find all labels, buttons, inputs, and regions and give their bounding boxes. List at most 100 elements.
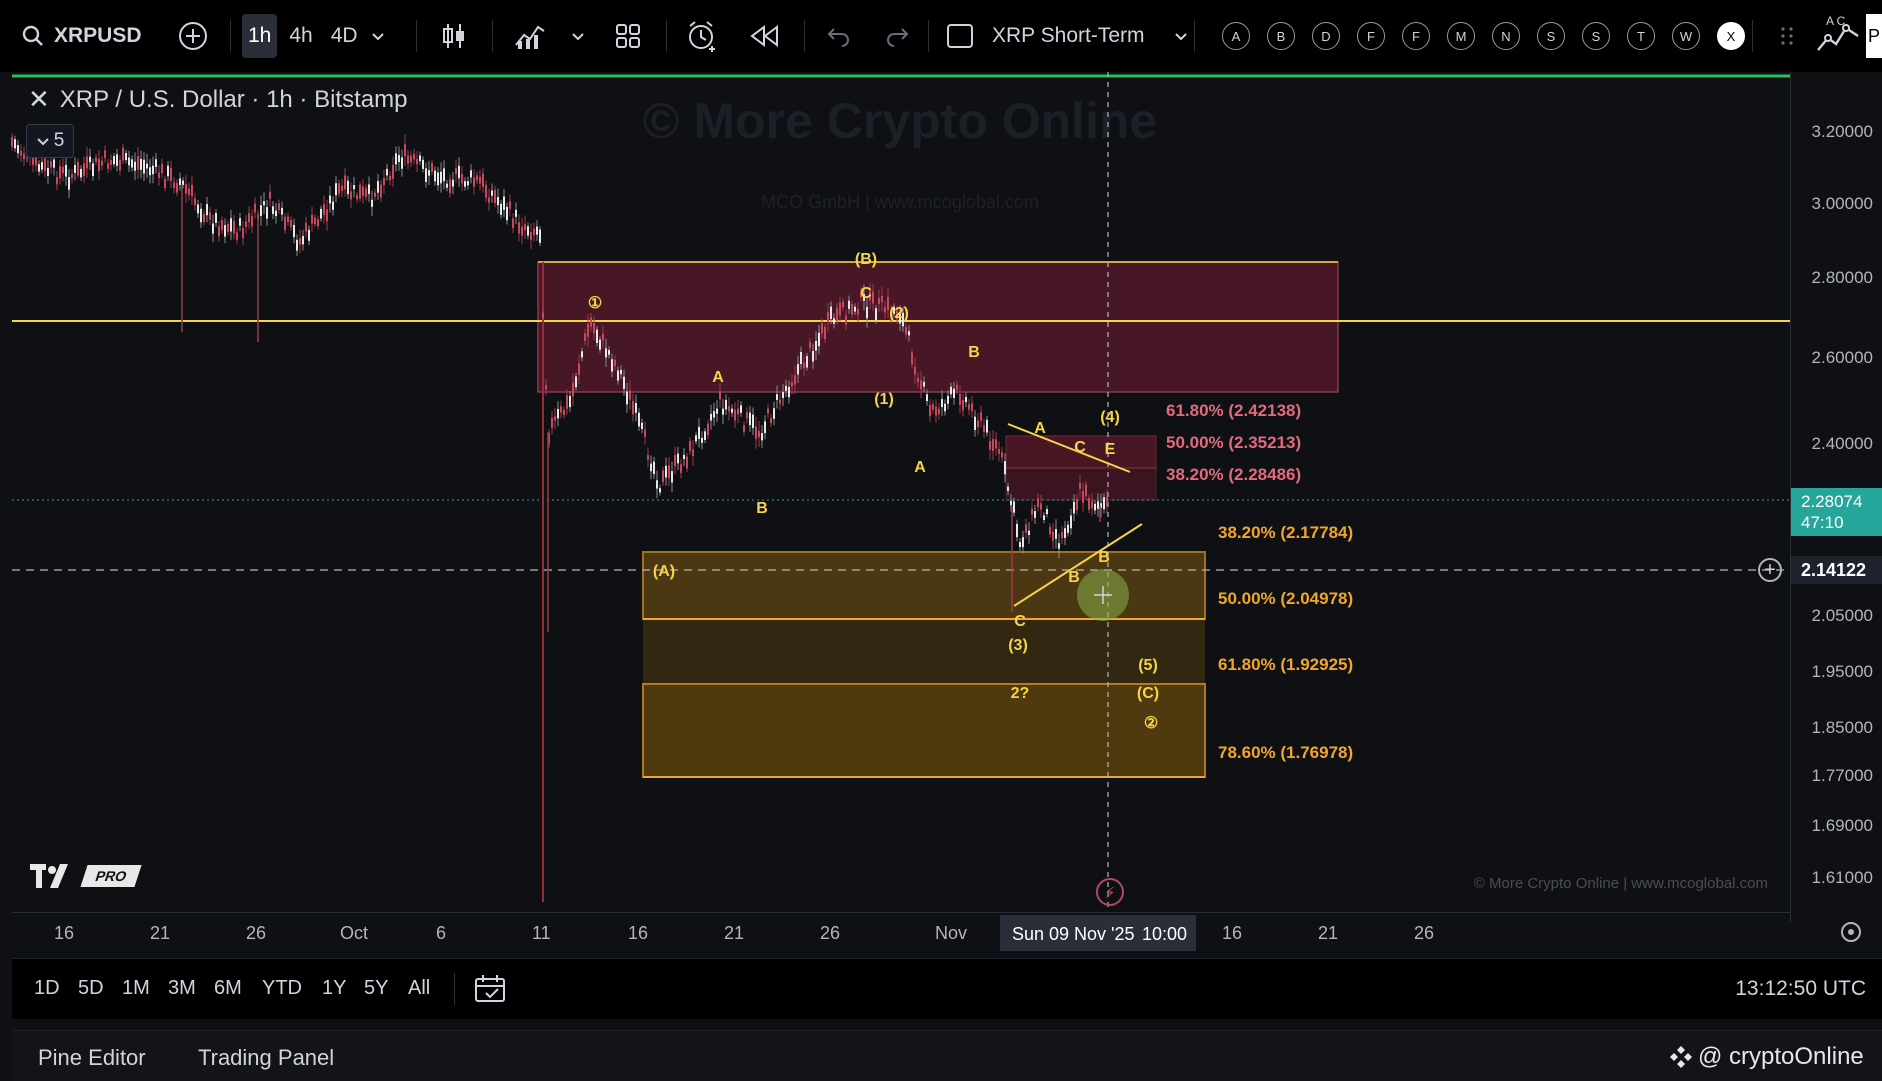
chart-area[interactable]: © More Crypto Online MCO GmbH | www.mcog… <box>0 72 1790 912</box>
resistance-zone <box>537 261 1339 393</box>
drawing-template-x-11[interactable]: X <box>1717 22 1745 50</box>
drawing-template-w-10[interactable]: W <box>1672 22 1700 50</box>
range-button-1d[interactable]: 1D <box>34 977 60 1000</box>
tv-logo-icon <box>30 864 68 888</box>
undo-icon <box>827 28 849 47</box>
redo-icon <box>887 28 909 47</box>
wave-label: B <box>756 500 768 517</box>
chevron-down-icon <box>1174 33 1187 41</box>
time-tick-label: 11 <box>532 923 551 943</box>
legend-title: XRP / U.S. Dollar · 1h · Bitstamp <box>59 85 408 113</box>
price-chart[interactable]: © More Crypto Online MCO GmbH | www.mcog… <box>0 72 1790 912</box>
wave-label: A <box>712 369 724 386</box>
timeframe-4d[interactable]: 4D <box>325 14 364 58</box>
separator <box>928 20 929 52</box>
separator <box>416 20 417 52</box>
chart-legend: ✕ XRP / U.S. Dollar · 1h · Bitstamp <box>28 84 407 115</box>
range-bar: 13:12:50 UTC 1D 5D 1M 3M 6M YTD 1Y 5Y All <box>12 958 1882 1019</box>
clock[interactable]: 13:12:50 UTC <box>1735 977 1866 1001</box>
drawing-template-b-1[interactable]: B <box>1267 22 1295 50</box>
time-tick-label: Nov <box>935 923 968 943</box>
timeframe-1h[interactable]: 1h <box>242 14 278 58</box>
chevron-down-icon <box>36 138 49 146</box>
binance-icon <box>1670 1046 1692 1068</box>
range-button-1y[interactable]: 1Y <box>322 977 346 1000</box>
drawing-template-f-3[interactable]: F <box>1357 22 1385 50</box>
dots-icon <box>1781 27 1793 45</box>
fib-upper-label: 61.80% (2.42138) <box>1166 401 1301 420</box>
range-button-6m[interactable]: 6M <box>214 977 242 1000</box>
drag-handle[interactable] <box>1780 0 1794 72</box>
calendar-icon <box>475 975 505 1002</box>
wave-label: B <box>1068 569 1080 586</box>
watermark-bottom: © More Crypto Online | www.mcoglobal.com <box>1474 875 1768 892</box>
wave-label: B <box>968 344 980 361</box>
price-axis[interactable]: 2.28074 47:10 2.14122 3.20000 3.00000 2.80… <box>1790 72 1882 922</box>
templates-button[interactable] <box>614 0 642 72</box>
drawing-template-s-7[interactable]: S <box>1537 22 1565 50</box>
wave-label: 2? <box>1011 685 1030 702</box>
range-button-3m[interactable]: 3M <box>168 977 196 1000</box>
price-tick-label: 1.77000 <box>1811 766 1873 785</box>
redo-button[interactable] <box>884 0 910 72</box>
wave-label: E <box>1105 441 1116 458</box>
range-button-5d[interactable]: 5D <box>78 977 104 1000</box>
time-tick-label: 16 <box>628 923 649 943</box>
wave-label: C <box>1074 439 1086 456</box>
drawing-template-n-6[interactable]: N <box>1492 22 1520 50</box>
wave-label: ② <box>1144 715 1158 732</box>
indicators-button[interactable] <box>514 0 546 72</box>
drawing-template-m-5[interactable]: M <box>1447 22 1475 50</box>
price-tick-label: 3.00000 <box>1811 194 1873 213</box>
fib-lower-box-2 <box>643 619 1205 684</box>
price-tick-label: 3.20000 <box>1811 122 1873 141</box>
wave-label: B <box>1098 549 1110 566</box>
settings-icon[interactable] <box>1838 919 1864 945</box>
drawing-template-s-8[interactable]: S <box>1582 22 1610 50</box>
chart-type-button[interactable] <box>440 0 468 72</box>
drawing-template-t-9[interactable]: T <box>1627 22 1655 50</box>
compare-button[interactable] <box>178 0 208 72</box>
trading-panel-tab[interactable]: Trading Panel <box>198 1045 334 1071</box>
symbol-search-button[interactable]: XRPUSD <box>22 0 142 72</box>
pine-editor-tab[interactable]: Pine Editor <box>38 1045 146 1071</box>
indicators-icon <box>515 25 545 49</box>
add-alert-plus-icon[interactable]: + <box>1758 558 1782 582</box>
replay-button[interactable] <box>750 0 780 72</box>
time-tick-label: 21 <box>1318 923 1339 943</box>
alert-button[interactable] <box>686 0 718 72</box>
fib-lower-label: 61.80% (1.92925) <box>1218 655 1353 674</box>
fib-lower-label: 50.00% (2.04978) <box>1218 589 1353 608</box>
separator <box>454 973 455 1005</box>
indicators-collapse-button[interactable]: 5 <box>26 124 74 158</box>
range-button-ytd[interactable]: YTD <box>262 977 302 1000</box>
range-button-all[interactable]: All <box>408 977 430 1000</box>
wave-label: (C) <box>1137 685 1159 702</box>
drawing-template-f-4[interactable]: F <box>1402 22 1430 50</box>
range-button-5y[interactable]: 5Y <box>364 977 388 1000</box>
footer-panel: Pine Editor Trading Panel @ cryptoOnline <box>12 1030 1882 1081</box>
indicators-dropdown[interactable] <box>570 0 586 72</box>
symbol-label: XRPUSD <box>54 24 142 47</box>
wave-label: (4) <box>1100 409 1120 426</box>
rewind-icon <box>750 25 778 47</box>
top-toolbar: XRPUSD 1h 4h 4D XRP Short-Term A B D F F… <box>0 0 1882 72</box>
range-button-1m[interactable]: 1M <box>122 977 150 1000</box>
price-tick-label: 2.60000 <box>1811 348 1873 367</box>
chevron-down-icon[interactable] <box>370 28 386 44</box>
time-axis[interactable]: Sun 09 Nov '25 10:00 16 21 26 Oct 6 11 16 21 26 N… <box>12 912 1861 953</box>
drawing-template-a-0[interactable]: A <box>1222 22 1250 50</box>
separator <box>804 20 805 52</box>
time-tick-label: 26 <box>1414 923 1435 943</box>
undo-button[interactable] <box>826 0 852 72</box>
layout-button[interactable]: XRP Short-Term <box>946 0 1189 72</box>
right-edge-tab[interactable]: P <box>1866 14 1882 58</box>
price-tick-label: 2.40000 <box>1811 434 1873 453</box>
goto-date-button[interactable] <box>474 973 506 1008</box>
timeframe-4h[interactable]: 4h <box>283 14 318 58</box>
account-button[interactable]: A C <box>1816 0 1862 72</box>
fib-upper-label: 38.20% (2.28486) <box>1166 465 1301 484</box>
close-icon[interactable]: ✕ <box>28 84 50 115</box>
drawing-template-d-2[interactable]: D <box>1312 22 1340 50</box>
tradingview-logo[interactable]: PRO <box>30 862 142 890</box>
